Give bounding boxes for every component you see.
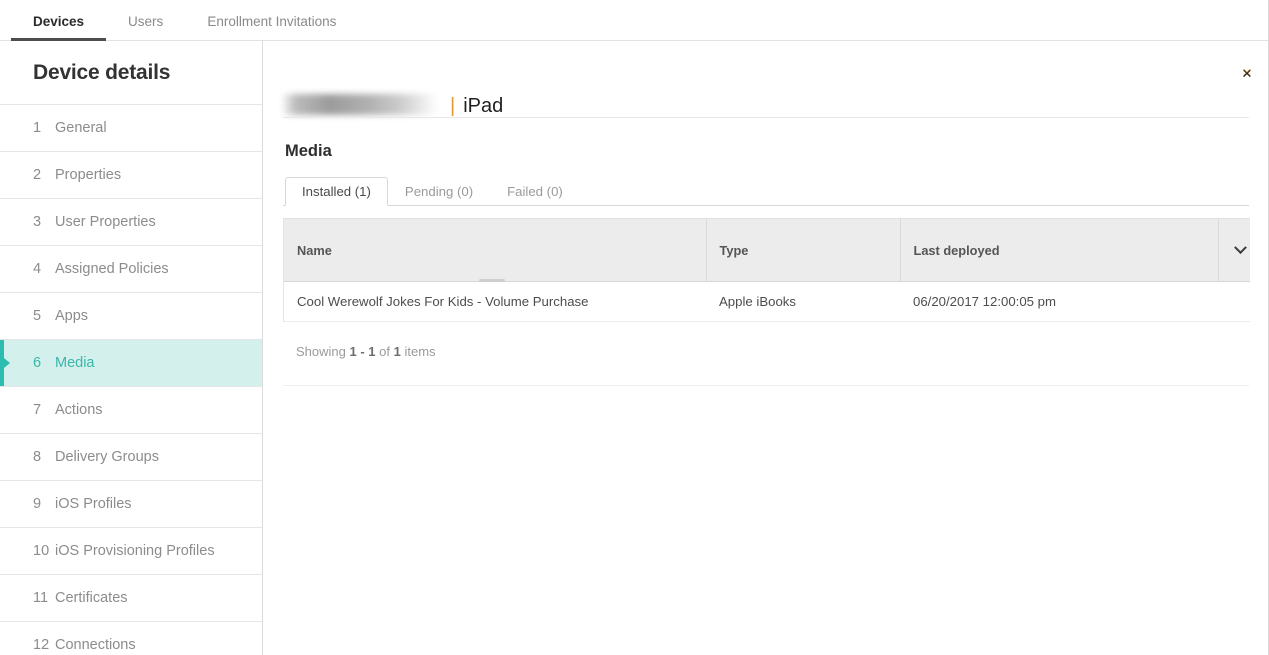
tab-failed-label: Failed (0) xyxy=(507,183,563,199)
device-details-page: Devices Users Enrollment Invitations Dev… xyxy=(0,0,1269,655)
close-icon[interactable]: × xyxy=(1230,56,1264,90)
sidebar-item-assigned-policies[interactable]: 4 Assigned Policies xyxy=(0,245,262,292)
cell-options xyxy=(1218,281,1250,322)
tab-devices[interactable]: Devices xyxy=(11,1,107,41)
sidebar-item-media[interactable]: 6 Media xyxy=(0,339,262,386)
sidebar-item-label: Certificates xyxy=(55,590,128,606)
sidebar-item-apps[interactable]: 5 Apps xyxy=(0,292,262,339)
sidebar-item-label: Actions xyxy=(55,402,103,418)
sidebar-item-label: Properties xyxy=(55,167,122,183)
device-title: | iPad xyxy=(283,91,503,118)
title-separator: | xyxy=(450,95,456,117)
device-type-label: iPad xyxy=(463,95,504,117)
column-header-type[interactable]: Type xyxy=(705,218,900,282)
showing-total: 1 xyxy=(393,344,401,359)
media-table: Name Type Last deployed Cool Werewolf Jo… xyxy=(283,218,1251,322)
cell-name: Cool Werewolf Jokes For Kids - Volume Pu… xyxy=(284,281,706,322)
column-header-type-label: Type xyxy=(719,242,749,258)
sidebar-item-delivery-groups[interactable]: 8 Delivery Groups xyxy=(0,433,262,480)
device-name-redacted xyxy=(283,94,438,115)
tab-users-label: Users xyxy=(128,13,164,29)
sidebar-item-label: iOS Profiles xyxy=(55,496,132,512)
column-header-last-deployed[interactable]: Last deployed xyxy=(899,218,1218,282)
column-header-last-deployed-label: Last deployed xyxy=(913,242,1000,258)
sidebar-item-number: 11 xyxy=(33,590,49,606)
chevron-down-icon[interactable] xyxy=(1232,231,1251,269)
sidebar-item-user-properties[interactable]: 3 User Properties xyxy=(0,198,262,245)
media-status-tabs: Installed (1) Pending (0) Failed (0) xyxy=(283,177,1249,206)
tab-pending-label: Pending (0) xyxy=(404,183,474,199)
sidebar-item-general[interactable]: 1 General xyxy=(0,104,262,151)
sidebar-item-number: 3 xyxy=(33,214,42,230)
media-panel: Media Installed (1) Pending (0) Failed (… xyxy=(283,118,1251,386)
sidebar-item-label: Connections xyxy=(55,637,136,653)
sidebar-item-label: Delivery Groups xyxy=(55,449,159,465)
sidebar-item-label: Apps xyxy=(55,308,89,324)
sidebar-item-label: User Properties xyxy=(55,214,156,230)
sidebar-item-connections[interactable]: 12 Connections xyxy=(0,621,262,655)
sidebar-item-number: 7 xyxy=(33,402,42,418)
tab-installed[interactable]: Installed (1) xyxy=(285,177,388,206)
sidebar-item-number: 10 xyxy=(33,543,50,559)
showing-prefix: Showing xyxy=(296,344,346,359)
sidebar: Device details 1 General 2 Properties 3 … xyxy=(0,41,263,655)
column-resize-handle[interactable] xyxy=(479,279,505,282)
sidebar-item-number: 1 xyxy=(33,120,42,136)
sidebar-item-number: 6 xyxy=(33,355,42,371)
table-header-row: Name Type Last deployed xyxy=(284,218,1251,282)
cell-last-deployed: 06/20/2017 12:00:05 pm xyxy=(900,281,1218,322)
tab-devices-label: Devices xyxy=(33,13,85,29)
sidebar-item-number: 9 xyxy=(33,496,42,512)
sidebar-item-properties[interactable]: 2 Properties xyxy=(0,151,262,198)
sidebar-item-label: iOS Provisioning Profiles xyxy=(55,543,215,559)
sidebar-title: Device details xyxy=(33,60,171,84)
showing-suffix: items xyxy=(404,344,436,359)
sidebar-item-ios-profiles[interactable]: 9 iOS Profiles xyxy=(0,480,262,527)
tab-users[interactable]: Users xyxy=(106,1,185,41)
tab-failed[interactable]: Failed (0) xyxy=(490,176,580,205)
showing-range: 1 - 1 xyxy=(349,344,376,359)
sidebar-item-number: 4 xyxy=(33,261,42,277)
sidebar-nav-list: 1 General 2 Properties 3 User Properties… xyxy=(0,104,262,655)
cell-type: Apple iBooks xyxy=(706,281,900,322)
sidebar-item-label: General xyxy=(55,120,107,136)
top-tab-bar: Devices Users Enrollment Invitations xyxy=(0,0,1268,41)
sidebar-item-number: 12 xyxy=(33,637,50,653)
sidebar-item-number: 5 xyxy=(33,308,42,324)
sidebar-item-label: Media xyxy=(55,355,95,371)
main-content: | iPad × Media Installed (1) Pending (0)… xyxy=(264,41,1268,655)
device-header: | iPad × xyxy=(264,41,1268,117)
sidebar-item-ios-provisioning-profiles[interactable]: 10 iOS Provisioning Profiles xyxy=(0,527,262,574)
table-row[interactable]: Cool Werewolf Jokes For Kids - Volume Pu… xyxy=(284,281,1250,322)
tab-enrollment-invitations-label: Enrollment Invitations xyxy=(207,13,337,29)
tab-installed-label: Installed (1) xyxy=(302,184,371,199)
sidebar-item-actions[interactable]: 7 Actions xyxy=(0,386,262,433)
column-options-cell[interactable] xyxy=(1217,218,1251,282)
column-header-name[interactable]: Name xyxy=(284,218,706,282)
sidebar-item-label: Assigned Policies xyxy=(55,261,169,277)
tab-pending[interactable]: Pending (0) xyxy=(388,176,490,205)
tab-enrollment-invitations[interactable]: Enrollment Invitations xyxy=(185,1,358,41)
column-header-name-label: Name xyxy=(297,242,332,258)
sidebar-item-number: 8 xyxy=(33,449,42,465)
pagination-summary: Showing 1 - 1 of 1 items xyxy=(283,344,1249,359)
page-title: Media xyxy=(285,142,332,160)
showing-middle: of xyxy=(379,344,390,359)
sidebar-item-number: 2 xyxy=(33,167,42,183)
sidebar-item-certificates[interactable]: 11 Certificates xyxy=(0,574,262,621)
